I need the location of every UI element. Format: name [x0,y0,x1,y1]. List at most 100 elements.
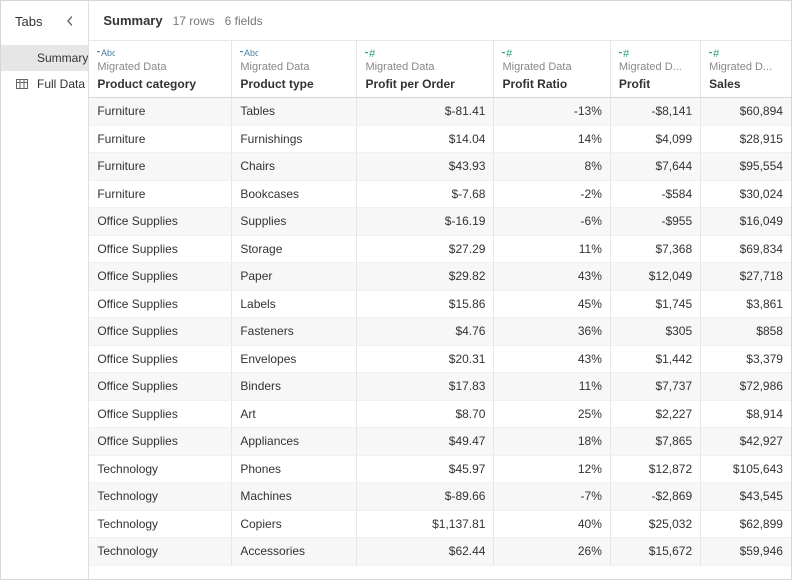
table-cell: Furnishings [232,125,357,153]
sidebar-item-full-data[interactable]: Full Data [1,71,88,97]
table-cell: 8% [494,153,610,181]
table-cell: $2,227 [610,400,700,428]
table-row[interactable]: TechnologyPhones$45.9712%$12,872$105,643 [89,455,791,483]
table-cell: 43% [494,345,610,373]
text-type-icon: Abc [97,47,223,59]
column-header[interactable]: AbcMigrated DataProduct category [89,41,232,98]
text-type-icon: Abc [240,47,348,59]
table-cell: Office Supplies [89,345,232,373]
table-row[interactable]: Office SuppliesEnvelopes$20.3143%$1,442$… [89,345,791,373]
table-cell: 36% [494,318,610,346]
table-cell: $3,379 [701,345,791,373]
table-cell: Office Supplies [89,263,232,291]
table-cell: $7,368 [610,235,700,263]
table-cell: -$955 [610,208,700,236]
table-cell: Furniture [89,180,232,208]
table-cell: $27,718 [701,263,791,291]
table-cell: $15.86 [357,290,494,318]
table-cell: Copiers [232,510,357,538]
table-cell: Technology [89,538,232,566]
table-cell: $62,899 [701,510,791,538]
table-cell: $4,099 [610,125,700,153]
table-cell: 40% [494,510,610,538]
column-source: Migrated Data [502,61,601,73]
svg-text:#: # [369,48,376,59]
column-name: Product category [97,77,223,91]
table-row[interactable]: Office SuppliesPaper$29.8243%$12,049$27,… [89,263,791,291]
table-cell: $7,865 [610,428,700,456]
number-type-icon: # [619,47,692,59]
table-body: FurnitureTables$-81.41-13%-$8,141$60,894… [89,98,791,566]
chevron-left-icon[interactable] [62,13,78,29]
table-cell: Technology [89,510,232,538]
sidebar-title: Tabs [15,14,42,29]
column-header[interactable]: #Migrated D...Profit [610,41,700,98]
table-row[interactable]: TechnologyMachines$-89.66-7%-$2,869$43,5… [89,483,791,511]
table-cell: Machines [232,483,357,511]
table-cell: $30,024 [701,180,791,208]
table-row[interactable]: FurnitureChairs$43.938%$7,644$95,554 [89,153,791,181]
table-row[interactable]: Office SuppliesSupplies$-16.19-6%-$955$1… [89,208,791,236]
table-cell: Paper [232,263,357,291]
table-row[interactable]: Office SuppliesStorage$27.2911%$7,368$69… [89,235,791,263]
table-row[interactable]: Office SuppliesAppliances$49.4718%$7,865… [89,428,791,456]
table-cell: Art [232,400,357,428]
table-cell: $305 [610,318,700,346]
table-cell: -6% [494,208,610,236]
table-cell: -$8,141 [610,98,700,126]
table-cell: $43,545 [701,483,791,511]
table-row[interactable]: Office SuppliesArt$8.7025%$2,227$8,914 [89,400,791,428]
table-cell: $1,745 [610,290,700,318]
table-cell: $42,927 [701,428,791,456]
column-name: Product type [240,77,348,91]
table-cell: $4.76 [357,318,494,346]
table-cell: Technology [89,483,232,511]
table-row[interactable]: Office SuppliesBinders$17.8311%$7,737$72… [89,373,791,401]
table-cell: $72,986 [701,373,791,401]
table-cell: 18% [494,428,610,456]
table-cell: $-89.66 [357,483,494,511]
svg-text:Abc: Abc [244,48,258,57]
table-cell: Binders [232,373,357,401]
table-cell: $12,872 [610,455,700,483]
column-name: Sales [709,77,783,91]
sidebar-item-summary[interactable]: Summary [1,45,88,71]
table-cell: -$584 [610,180,700,208]
column-header[interactable]: Abc Migrated Data Product type [232,41,357,98]
table-cell: $69,834 [701,235,791,263]
table-cell: Furniture [89,153,232,181]
table-row[interactable]: TechnologyCopiers$1,137.8140%$25,032$62,… [89,510,791,538]
main-header: Summary 17 rows 6 fields [89,1,791,41]
column-source: Migrated Data [240,61,348,73]
table-row[interactable]: FurnitureFurnishings$14.0414%$4,099$28,9… [89,125,791,153]
table-cell: $-7.68 [357,180,494,208]
table-cell: $16,049 [701,208,791,236]
table-scroll[interactable]: AbcMigrated DataProduct categoryAbcMigra… [89,41,791,566]
table-cell: $8.70 [357,400,494,428]
number-type-icon: # [502,47,601,59]
table-cell: Technology [89,455,232,483]
column-source: Migrated D... [709,61,783,73]
table-cell: Tables [232,98,357,126]
column-source: Migrated D... [619,61,692,73]
table-row[interactable]: FurnitureBookcases$-7.68-2%-$584$30,024 [89,180,791,208]
column-header[interactable]: #Migrated D...Sales [701,41,791,98]
table-cell: 14% [494,125,610,153]
table-row[interactable]: Office SuppliesLabels$15.8645%$1,745$3,8… [89,290,791,318]
svg-text:Abc: Abc [101,48,115,57]
table-cell: $28,915 [701,125,791,153]
table-row[interactable]: TechnologyAccessories$62.4426%$15,672$59… [89,538,791,566]
column-header[interactable]: #Migrated DataProfit Ratio [494,41,610,98]
table-cell: Envelopes [232,345,357,373]
fields-count: 6 fields [225,14,263,28]
number-type-icon: # [365,47,485,59]
table-row[interactable]: Office SuppliesFasteners$4.7636%$305$858 [89,318,791,346]
table-icon [15,77,29,91]
column-source: Migrated Data [365,61,485,73]
table-cell: -7% [494,483,610,511]
table-cell: 25% [494,400,610,428]
table-cell: $60,894 [701,98,791,126]
column-header[interactable]: #Migrated DataProfit per Order [357,41,494,98]
table-row[interactable]: FurnitureTables$-81.41-13%-$8,141$60,894 [89,98,791,126]
table-cell: $20.31 [357,345,494,373]
